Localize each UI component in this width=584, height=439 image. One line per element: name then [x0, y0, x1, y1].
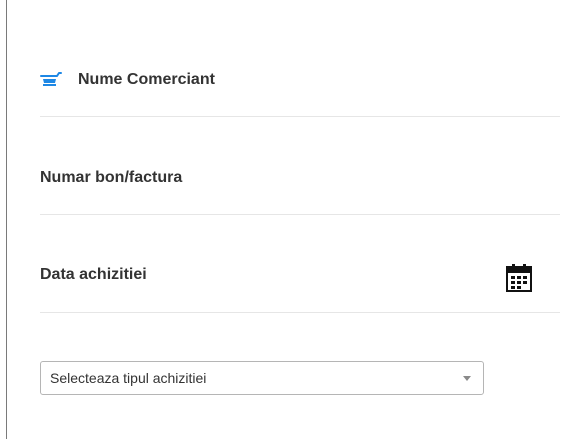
purchase-form: Nume Comerciant Numar bon/factura Data a…	[0, 0, 584, 439]
purchase-type-select[interactable]: Selecteaza tipul achizitiei	[40, 361, 484, 395]
chevron-down-icon	[463, 376, 471, 381]
purchase-date-field[interactable]: Data achizitiei	[40, 255, 560, 295]
left-border-line	[6, 0, 7, 439]
receipt-number-label: Numar bon/factura	[40, 169, 183, 186]
purchase-date-label: Data achizitiei	[40, 266, 147, 283]
merchant-name-field[interactable]: Nume Comerciant	[40, 60, 560, 100]
purchase-type-selected-value: Selecteaza tipul achizitiei	[50, 370, 207, 386]
cart-icon	[40, 71, 62, 89]
merchant-divider	[40, 116, 560, 117]
date-divider	[40, 312, 560, 313]
merchant-name-label: Nume Comerciant	[78, 71, 215, 88]
calendar-icon[interactable]	[506, 264, 532, 292]
receipt-number-field[interactable]: Numar bon/factura	[40, 158, 560, 198]
receipt-divider	[40, 214, 560, 215]
